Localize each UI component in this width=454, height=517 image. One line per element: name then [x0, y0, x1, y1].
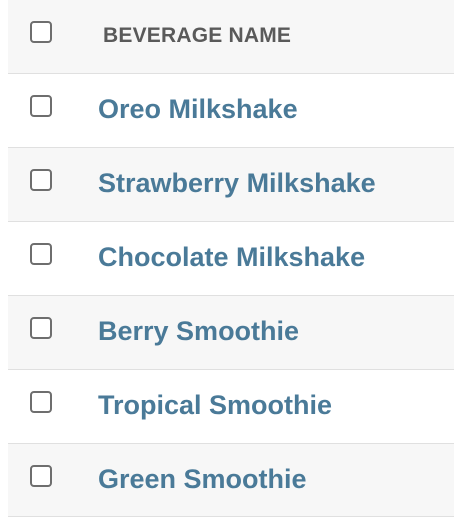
row-checkbox[interactable] [30, 391, 52, 413]
beverage-link[interactable]: Berry Smoothie [98, 316, 299, 347]
row-checkbox[interactable] [30, 169, 52, 191]
table-header-row: BEVERAGE NAME [8, 0, 454, 73]
select-all-checkbox[interactable] [30, 21, 52, 43]
row-checkbox[interactable] [30, 243, 52, 265]
table-row: Strawberry Milkshake [8, 147, 454, 221]
beverage-link[interactable]: Tropical Smoothie [98, 390, 332, 421]
table-row: Tropical Smoothie [8, 369, 454, 443]
table-row: Berry Smoothie [8, 295, 454, 369]
beverage-link[interactable]: Oreo Milkshake [98, 94, 298, 125]
beverage-link[interactable]: Green Smoothie [98, 464, 307, 495]
table-row: Green Smoothie [8, 443, 454, 517]
table-row: Oreo Milkshake [8, 73, 454, 147]
table-row: Chocolate Milkshake [8, 221, 454, 295]
row-checkbox[interactable] [30, 465, 52, 487]
column-header-beverage-name[interactable]: BEVERAGE NAME [103, 24, 291, 48]
row-checkbox[interactable] [30, 95, 52, 117]
beverage-link[interactable]: Chocolate Milkshake [98, 242, 365, 273]
beverage-table: BEVERAGE NAME Oreo Milkshake Strawberry … [0, 0, 454, 517]
row-checkbox[interactable] [30, 317, 52, 339]
beverage-link[interactable]: Strawberry Milkshake [98, 168, 376, 199]
